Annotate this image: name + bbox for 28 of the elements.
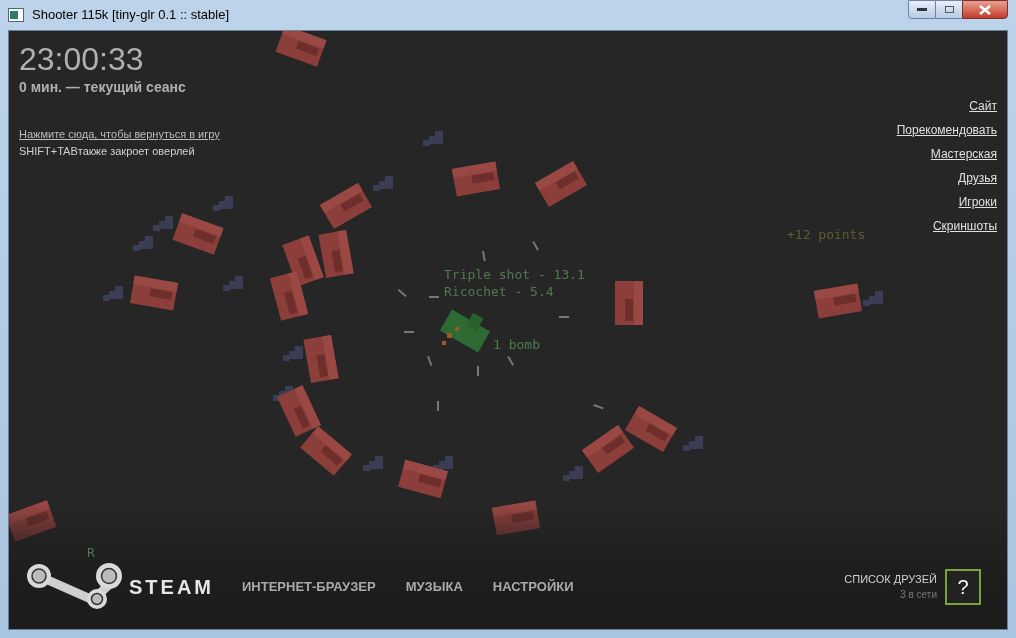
maximize-button[interactable] [936,0,962,19]
overlay-nav-button[interactable]: НАСТРОЙКИ [492,576,574,597]
overlay-link[interactable]: Игроки [958,194,997,211]
game-text: Triple shot - 13.1 [444,266,585,284]
overlay-link[interactable]: Друзья [958,170,997,187]
overlay-nav-button[interactable]: ИНТЕРНЕТ-БРАУЗЕР [242,576,376,597]
clock: 23:00:33 [19,41,145,77]
friends-online-count: 3 в сети [900,588,937,603]
game-text: Ricochet - 5.4 [444,283,554,301]
game-text: +12 points [787,226,866,244]
overlay-nav-button[interactable]: МУЗЫКА [405,576,463,597]
return-to-game-link[interactable]: Нажмите сюда, чтобы вернуться в игру [19,126,220,143]
minimize-button[interactable] [908,0,936,19]
game-text: R [87,544,95,562]
close-icon [979,4,991,15]
close-button[interactable] [962,0,1008,19]
steam-wordmark: STEAM [129,574,214,600]
friends-list-title[interactable]: СПИСОК ДРУЗЕЙ [844,570,937,588]
overlay-link[interactable]: Скриншоты [932,218,997,235]
session-time: 0 мин. — текущий сеанс [19,78,187,97]
hint-text: SHIFT+TABтакже закроет оверлей [19,143,196,159]
app-window-icon [8,8,24,22]
overlay-link[interactable]: Сайт [969,98,997,115]
window-title: Shooter 115k [tiny-glr 0.1 :: stable] [32,6,230,25]
overlay-link[interactable]: Мастерская [930,146,997,163]
game-text: 1 bomb [493,336,540,354]
overlay-link[interactable]: Порекомендовать [896,122,997,139]
help-button[interactable]: ? [945,568,981,605]
